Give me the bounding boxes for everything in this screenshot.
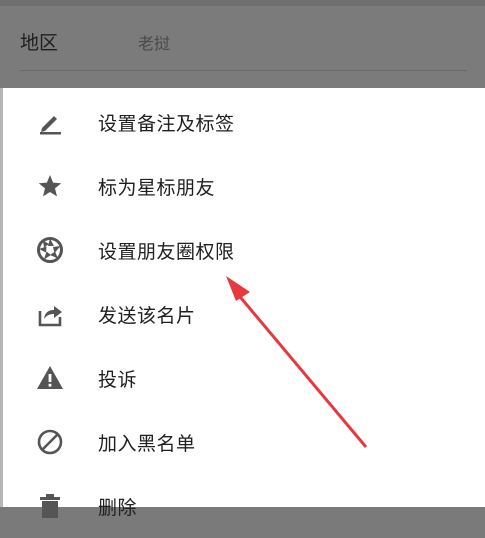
menu-item-blacklist[interactable]: 加入黑名单 <box>3 410 485 474</box>
warning-icon <box>36 364 64 392</box>
header-top-edge <box>0 0 485 6</box>
profile-region-row: 地区 老挝 <box>0 0 485 88</box>
contact-options-menu: 设置备注及标签 标为星标朋友 设置朋友圈权限 发送该名片 投诉 加入黑名单 删除 <box>3 88 485 519</box>
menu-item-label: 发送该名片 <box>98 304 196 327</box>
region-value: 老挝 <box>138 34 171 53</box>
menu-item-label: 设置朋友圈权限 <box>98 240 235 263</box>
menu-item-set-remark[interactable]: 设置备注及标签 <box>3 90 485 154</box>
aperture-icon <box>36 236 64 264</box>
star-icon <box>36 172 64 200</box>
block-icon <box>36 428 64 456</box>
share-icon <box>36 300 64 328</box>
pencil-icon <box>36 108 64 136</box>
menu-item-label: 设置备注及标签 <box>98 112 235 135</box>
menu-item-delete[interactable]: 删除 <box>3 474 485 538</box>
menu-item-star-friend[interactable]: 标为星标朋友 <box>3 154 485 218</box>
trash-icon <box>36 492 64 520</box>
menu-item-label: 删除 <box>98 496 138 519</box>
menu-item-send-card[interactable]: 发送该名片 <box>3 282 485 346</box>
menu-item-label: 投诉 <box>98 368 138 391</box>
menu-item-label: 标为星标朋友 <box>98 176 216 199</box>
header-divider <box>20 70 467 71</box>
menu-item-report[interactable]: 投诉 <box>3 346 485 410</box>
region-label: 地区 <box>20 32 59 54</box>
menu-item-moments-permission[interactable]: 设置朋友圈权限 <box>3 218 485 282</box>
menu-item-label: 加入黑名单 <box>98 432 196 455</box>
